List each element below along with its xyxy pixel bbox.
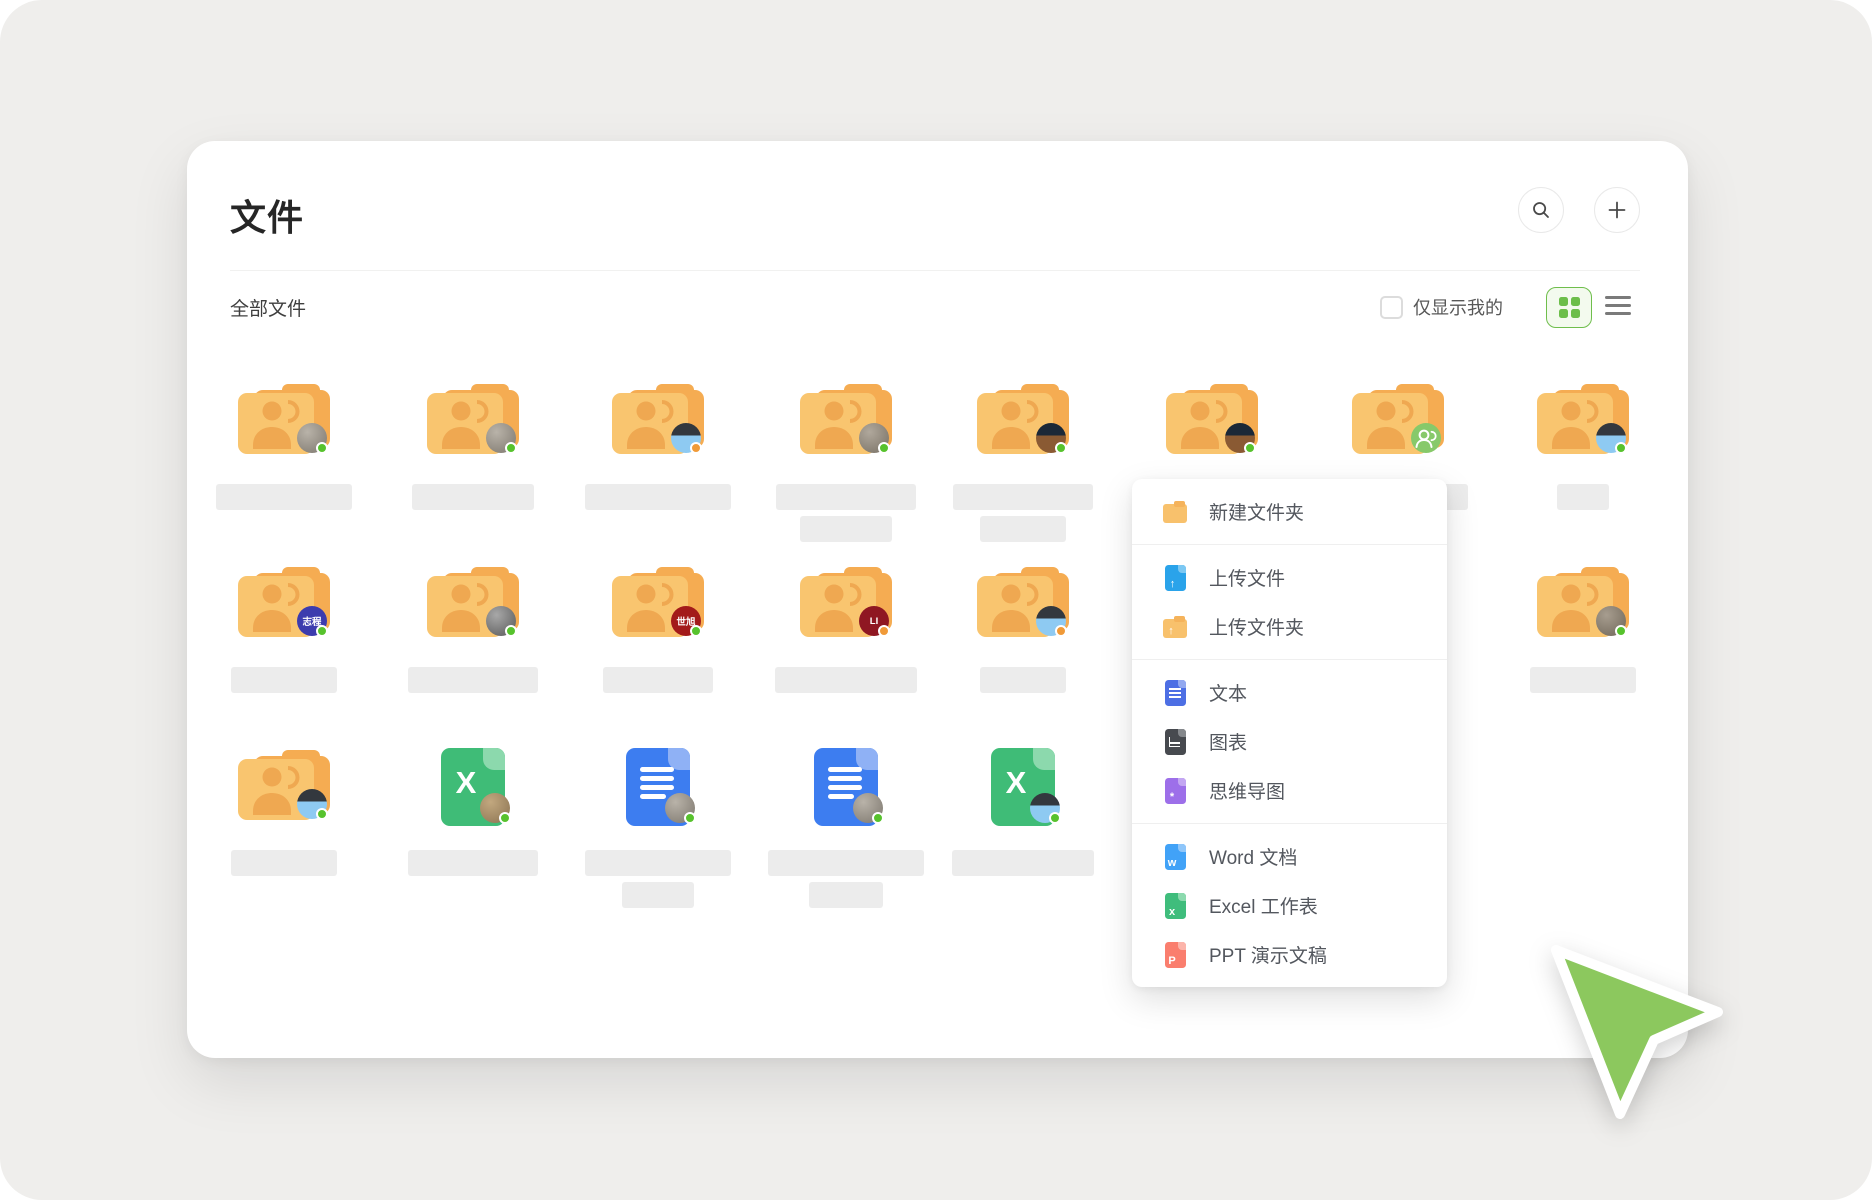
name-placeholder bbox=[585, 484, 731, 510]
menu-group: 新建文件夹 bbox=[1132, 479, 1447, 544]
avatar-initials: LI bbox=[870, 616, 878, 627]
file-item[interactable] bbox=[1498, 384, 1668, 584]
menu-item-label: Excel 工作表 bbox=[1209, 892, 1318, 919]
name-placeholder bbox=[776, 484, 916, 510]
folder-icon bbox=[1162, 499, 1188, 525]
create-menu: 新建文件夹 ↑ 上传文件 ↑ 上传文件夹文本图表 * 思维导图 w Word 文档 x Excel … bbox=[1132, 479, 1447, 987]
name-placeholder bbox=[775, 667, 917, 693]
file-item[interactable]: 志程 bbox=[199, 567, 369, 767]
menu-item-label: Word 文档 bbox=[1209, 843, 1297, 870]
status-dot bbox=[690, 442, 702, 454]
menu-item-excel[interactable]: x Excel 工作表 bbox=[1132, 881, 1447, 930]
name-placeholder bbox=[622, 882, 694, 908]
name-placeholder bbox=[1530, 667, 1636, 693]
file-item[interactable] bbox=[761, 750, 931, 950]
cursor-arrow bbox=[1540, 936, 1740, 1136]
status-dot bbox=[1049, 812, 1061, 824]
files-panel: 文件 全部文件 仅显示我的 志程世旭LIXX bbox=[187, 141, 1688, 1058]
name-placeholder bbox=[408, 850, 538, 876]
menu-item-chart[interactable]: 图表 bbox=[1132, 717, 1447, 766]
menu-item-label: 新建文件夹 bbox=[1209, 498, 1304, 525]
mindmap-icon: * bbox=[1162, 778, 1188, 804]
name-placeholder bbox=[952, 850, 1094, 876]
menu-group: w Word 文档 x Excel 工作表 P PPT 演示文稿 bbox=[1132, 824, 1447, 987]
menu-item-label: 上传文件 bbox=[1209, 564, 1285, 591]
menu-item-new-folder[interactable]: 新建文件夹 bbox=[1132, 487, 1447, 536]
menu-item-label: 上传文件夹 bbox=[1209, 613, 1304, 640]
name-placeholder bbox=[800, 516, 892, 542]
file-item[interactable] bbox=[938, 384, 1108, 584]
upload-file-icon: ↑ bbox=[1162, 565, 1188, 591]
status-dot bbox=[878, 442, 890, 454]
status-dot bbox=[316, 442, 328, 454]
name-placeholder bbox=[953, 484, 1093, 510]
file-item[interactable] bbox=[573, 384, 743, 584]
name-placeholder bbox=[231, 667, 337, 693]
status-dot bbox=[505, 625, 517, 637]
menu-item-mindmap[interactable]: * 思维导图 bbox=[1132, 766, 1447, 815]
status-dot bbox=[1055, 442, 1067, 454]
file-item[interactable]: 世旭 bbox=[573, 567, 743, 767]
name-placeholder bbox=[231, 850, 337, 876]
file-item[interactable] bbox=[1498, 567, 1668, 767]
name-placeholder bbox=[585, 850, 731, 876]
group-icon bbox=[1411, 423, 1441, 453]
status-dot bbox=[684, 812, 696, 824]
status-dot bbox=[1244, 442, 1256, 454]
text-doc-icon bbox=[1162, 680, 1188, 706]
folder-icon: ↑ bbox=[1162, 614, 1188, 640]
status-dot bbox=[1615, 625, 1627, 637]
menu-item-text-doc[interactable]: 文本 bbox=[1132, 668, 1447, 717]
name-placeholder bbox=[408, 667, 538, 693]
file-item[interactable] bbox=[761, 384, 931, 584]
status-dot bbox=[505, 442, 517, 454]
name-placeholder bbox=[603, 667, 713, 693]
chart-icon bbox=[1162, 729, 1188, 755]
name-placeholder bbox=[809, 882, 883, 908]
menu-item-label: 图表 bbox=[1209, 728, 1247, 755]
status-dot bbox=[690, 625, 702, 637]
excel-icon: x bbox=[1162, 893, 1188, 919]
menu-item-label: 思维导图 bbox=[1209, 777, 1285, 804]
file-item[interactable] bbox=[938, 567, 1108, 767]
ppt-icon: P bbox=[1162, 942, 1188, 968]
menu-item-label: PPT 演示文稿 bbox=[1209, 941, 1327, 968]
menu-group: ↑ 上传文件 ↑ 上传文件夹 bbox=[1132, 545, 1447, 659]
status-dot bbox=[1055, 625, 1067, 637]
screen: 文件 全部文件 仅显示我的 志程世旭LIXX 新建文件夹↑上传文件↑ bbox=[0, 0, 1872, 1200]
file-item[interactable] bbox=[573, 750, 743, 950]
name-placeholder bbox=[980, 516, 1066, 542]
file-item[interactable] bbox=[388, 567, 558, 767]
file-item[interactable] bbox=[199, 750, 369, 950]
menu-item-upload-file[interactable]: ↑ 上传文件 bbox=[1132, 553, 1447, 602]
status-dot bbox=[316, 625, 328, 637]
status-dot bbox=[872, 812, 884, 824]
file-item[interactable]: X bbox=[938, 750, 1108, 950]
file-item[interactable] bbox=[199, 384, 369, 584]
menu-item-ppt[interactable]: P PPT 演示文稿 bbox=[1132, 930, 1447, 979]
name-placeholder bbox=[768, 850, 924, 876]
menu-group: 文本图表 * 思维导图 bbox=[1132, 660, 1447, 823]
status-dot bbox=[499, 812, 511, 824]
menu-item-upload-folder[interactable]: ↑ 上传文件夹 bbox=[1132, 602, 1447, 651]
name-placeholder bbox=[412, 484, 534, 510]
status-dot bbox=[1615, 442, 1627, 454]
file-item[interactable]: X bbox=[388, 750, 558, 950]
status-dot bbox=[878, 625, 890, 637]
file-item[interactable]: LI bbox=[761, 567, 931, 767]
file-item[interactable] bbox=[388, 384, 558, 584]
name-placeholder bbox=[1557, 484, 1609, 510]
menu-item-label: 文本 bbox=[1209, 679, 1247, 706]
avatar bbox=[1411, 423, 1441, 453]
name-placeholder bbox=[980, 667, 1066, 693]
file-grid: 志程 世旭 LI X X bbox=[187, 141, 1688, 1058]
word-icon: w bbox=[1162, 844, 1188, 870]
name-placeholder bbox=[216, 484, 352, 510]
status-dot bbox=[316, 808, 328, 820]
menu-item-word[interactable]: w Word 文档 bbox=[1132, 832, 1447, 881]
